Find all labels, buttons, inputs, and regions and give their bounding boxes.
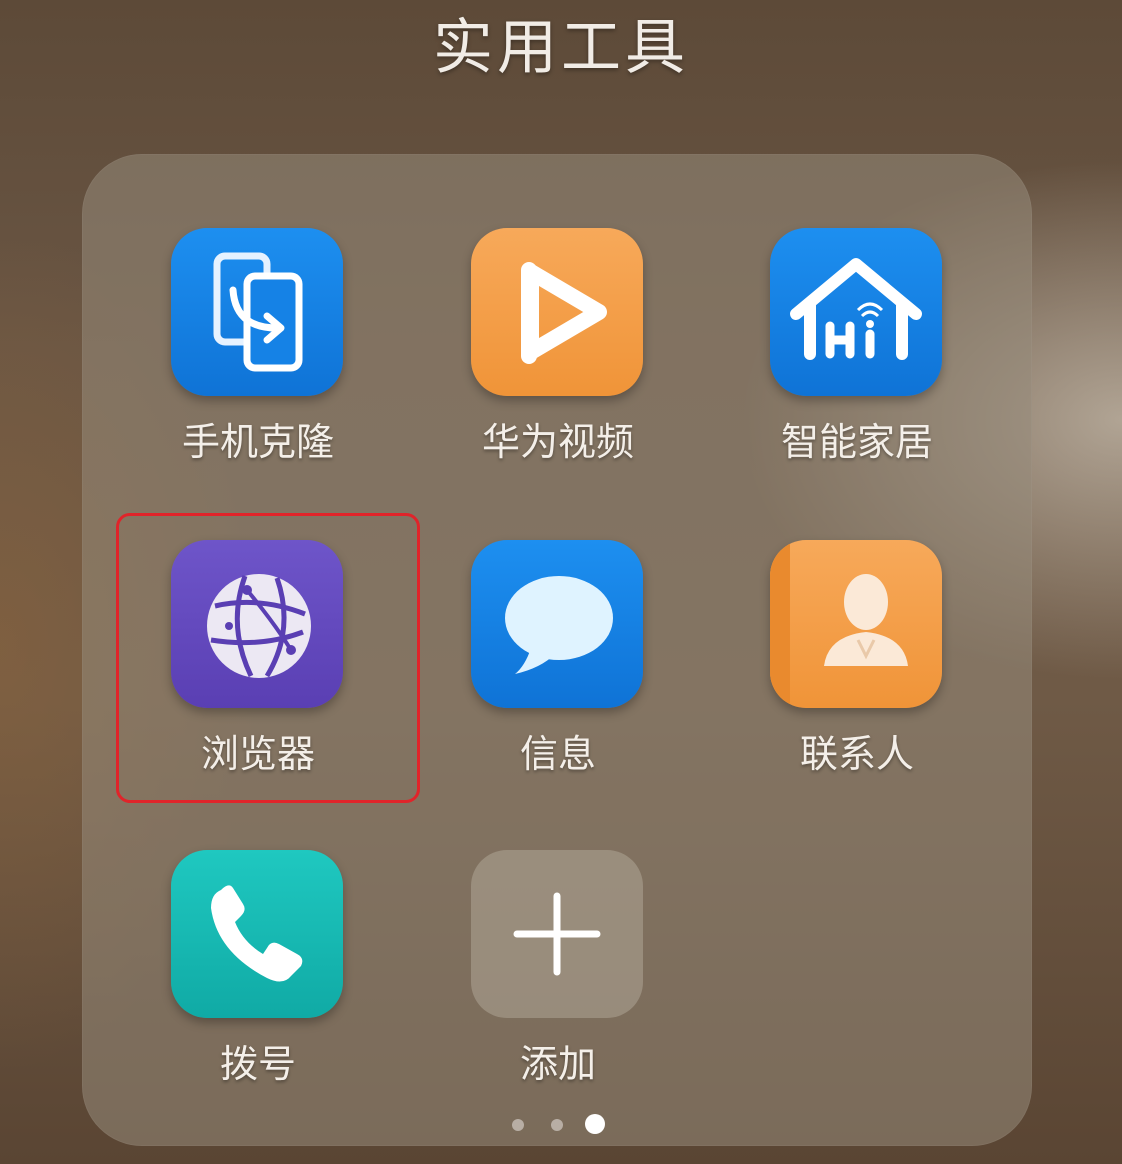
smart-home-icon — [770, 228, 942, 396]
plus-icon — [471, 850, 643, 1018]
app-label-contacts: 联系人 — [799, 732, 914, 776]
app-smart-home[interactable]: 智能家居 — [727, 228, 987, 498]
app-dialer[interactable]: 拨号 — [128, 850, 388, 1120]
app-label-add: 添加 — [519, 1042, 596, 1086]
app-huawei-video[interactable]: 华为视频 — [428, 228, 688, 498]
globe-icon — [171, 540, 343, 708]
app-phone-clone[interactable]: 手机克隆 — [128, 228, 388, 498]
app-label-browser: 浏览器 — [200, 732, 315, 776]
contact-person-icon — [770, 540, 942, 708]
app-label-phone-clone: 手机克隆 — [181, 420, 334, 464]
app-contacts[interactable]: 联系人 — [727, 540, 987, 810]
app-label-dialer: 拨号 — [219, 1042, 296, 1086]
phone-handset-icon — [171, 850, 343, 1018]
app-add[interactable]: 添加 — [428, 850, 688, 1120]
phone-clone-icon — [171, 228, 343, 396]
message-bubble-icon — [471, 540, 643, 708]
page-dot-2[interactable] — [551, 1119, 563, 1131]
page-dot-3-active[interactable] — [585, 1114, 605, 1134]
video-play-icon — [471, 228, 643, 396]
app-label-huawei-video: 华为视频 — [481, 420, 634, 464]
app-browser[interactable]: 浏览器 — [128, 540, 388, 810]
app-label-messages: 信息 — [519, 732, 596, 776]
app-label-smart-home: 智能家居 — [780, 420, 933, 464]
page-indicator — [490, 1108, 620, 1140]
folder-title: 实用工具 — [433, 13, 689, 83]
page-dot-1[interactable] — [512, 1119, 524, 1131]
app-messages[interactable]: 信息 — [428, 540, 688, 810]
